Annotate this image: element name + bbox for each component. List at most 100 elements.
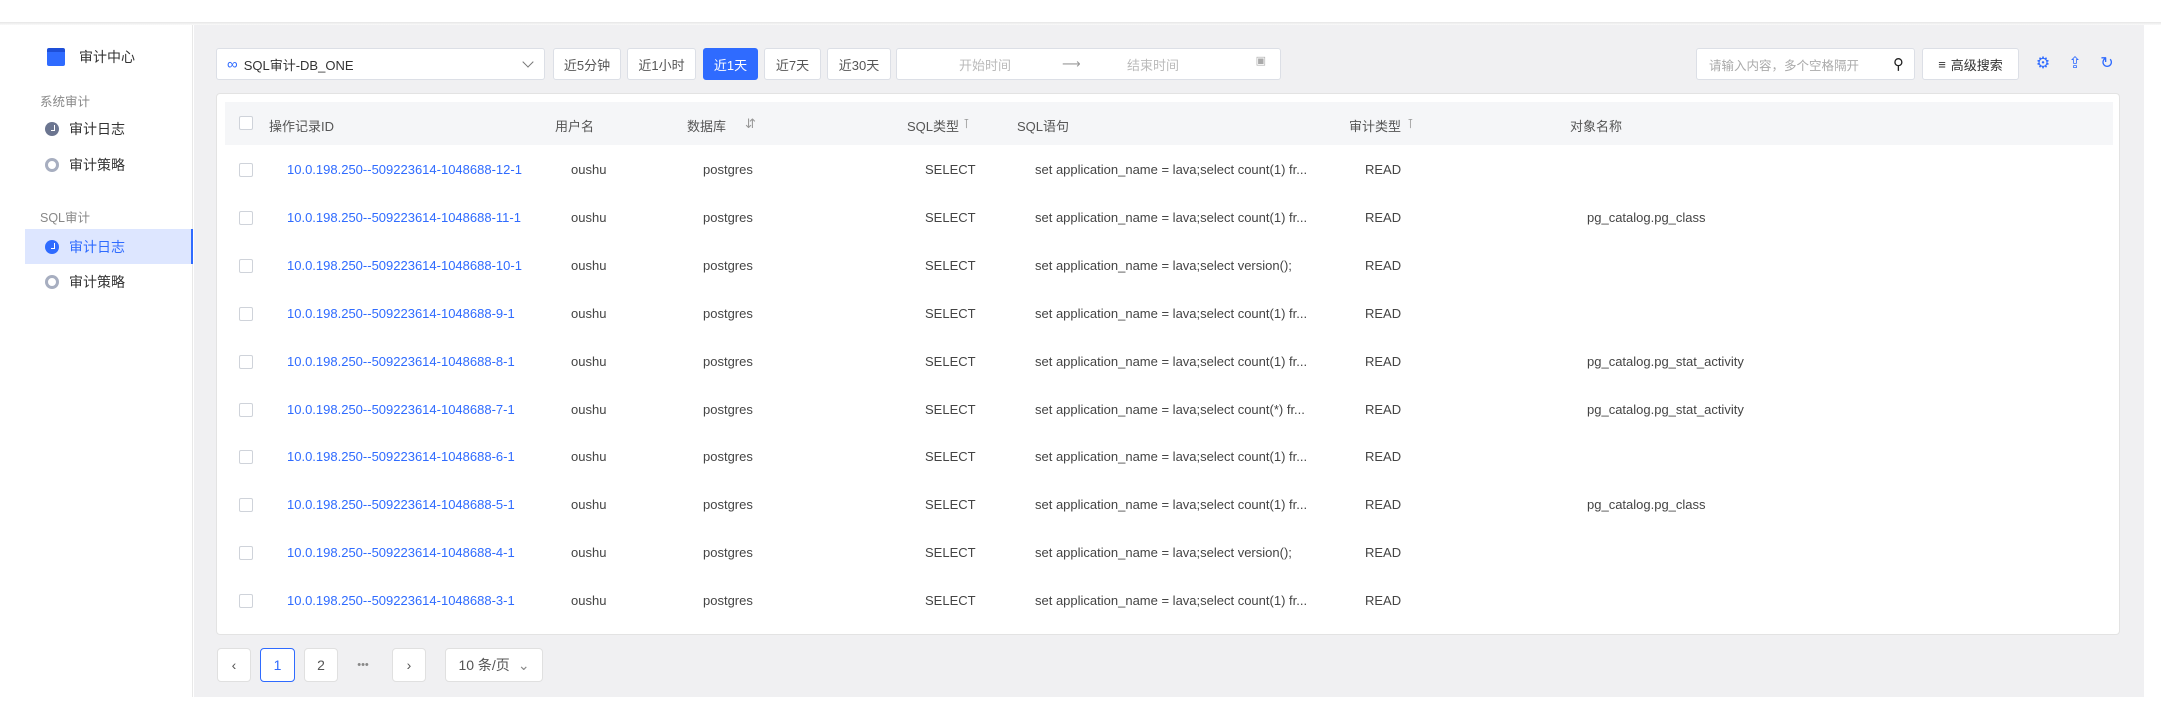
header-user: 用户名: [555, 119, 595, 134]
cell-sqltype: SELECT: [925, 593, 976, 609]
cell-user: oushu: [571, 305, 607, 321]
filter-icon[interactable]: ⊺: [1407, 116, 1414, 132]
row-checkbox[interactable]: [239, 546, 253, 561]
table-row: 10.0.198.250--509223614-1048688-7-1 oushu…: [217, 386, 2121, 434]
cell-stmt: set application_name = lava;select count…: [1035, 497, 1308, 513]
cell-db: postgres: [703, 353, 753, 369]
cell-audittype: READ: [1365, 305, 1402, 321]
sidebar-item-sql-audit-policy[interactable]: 审计策略: [25, 264, 193, 299]
cell-id[interactable]: 10.0.198.250--509223614-1048688-7-1: [287, 402, 515, 417]
row-checkbox[interactable]: [239, 163, 253, 177]
cell-audittype: READ: [1365, 162, 1402, 177]
cell-id[interactable]: 10.0.198.250--509223614-1048688-9-1: [287, 306, 515, 321]
sidebar-item-system-audit-log[interactable]: 审计日志: [25, 111, 193, 146]
row-checkbox[interactable]: [239, 354, 253, 369]
row-checkbox[interactable]: [239, 258, 253, 273]
search-icon[interactable]: ⚲: [1893, 55, 1904, 73]
sort-icon[interactable]: ⇵: [745, 116, 756, 132]
page-size-value: 10 条/页: [458, 657, 510, 673]
calendar-icon: [47, 48, 65, 66]
range-7day-button[interactable]: 近7天: [764, 48, 821, 80]
range-1day-button[interactable]: 近1天: [703, 48, 758, 80]
cell-stmt: set application_name = lava;select versi…: [1035, 545, 1292, 561]
cell-audittype: READ: [1365, 257, 1402, 273]
cell-id[interactable]: 10.0.198.250--509223614-1048688-10-1: [287, 258, 522, 273]
cell-db: postgres: [703, 545, 753, 561]
cell-db: postgres: [703, 497, 753, 513]
page-2-button[interactable]: 2: [304, 648, 338, 682]
cell-id[interactable]: 10.0.198.250--509223614-1048688-3-1: [287, 593, 515, 608]
prev-page-button[interactable]: ‹: [217, 648, 251, 682]
main-content: ∞ SQL审计-DB_ONE 近5分钟 近1小时 近1天 近7天 近30天 开始…: [194, 25, 2144, 697]
cell-db: postgres: [703, 257, 753, 273]
sidebar-item-label: 审计策略: [69, 156, 125, 173]
select-all-checkbox[interactable]: [239, 116, 253, 130]
page-1-button[interactable]: 1: [260, 648, 295, 682]
row-checkbox[interactable]: [239, 402, 253, 417]
more-pages[interactable]: •••: [346, 648, 380, 682]
row-checkbox[interactable]: [239, 498, 253, 513]
start-time-input[interactable]: 开始时间: [959, 55, 1011, 74]
policy-icon: [45, 157, 59, 172]
sidebar-header: 审计中心: [47, 47, 135, 67]
cell-audittype: READ: [1365, 497, 1402, 513]
date-range-picker[interactable]: 开始时间 ⟶ 结束时间 ▣: [896, 48, 1281, 80]
table-row: 10.0.198.250--509223614-1048688-3-1 oushu…: [217, 577, 2121, 625]
datasource-select[interactable]: ∞ SQL审计-DB_ONE: [216, 48, 545, 80]
header-sqltype: SQL类型: [907, 119, 960, 134]
search-input[interactable]: 请输入内容，多个空格隔开 ⚲: [1696, 48, 1915, 80]
sidebar: 审计中心 系统审计 审计日志 审计策略 SQL审计 审计日志 审计策略: [25, 25, 193, 697]
cell-id[interactable]: 10.0.198.250--509223614-1048688-5-1: [287, 497, 515, 512]
clock-icon: [45, 121, 59, 136]
page-size-select[interactable]: 10 条/页 ⌄: [445, 648, 543, 682]
next-page-button[interactable]: ›: [392, 648, 426, 682]
range-5min-button[interactable]: 近5分钟: [553, 48, 621, 80]
cell-db: postgres: [703, 593, 753, 609]
refresh-icon[interactable]: ↻: [2098, 55, 2116, 73]
group-system-audit: 系统审计: [40, 95, 91, 109]
table-row: 10.0.198.250--509223614-1048688-5-1 oushu…: [217, 481, 2121, 529]
sidebar-item-sql-audit-log[interactable]: 审计日志: [25, 229, 193, 264]
cell-id[interactable]: 10.0.198.250--509223614-1048688-4-1: [287, 545, 515, 560]
range-30day-button[interactable]: 近30天: [827, 48, 891, 80]
group-sql-audit: SQL审计: [40, 211, 91, 225]
header-db[interactable]: 数据库: [687, 116, 726, 135]
cell-id[interactable]: 10.0.198.250--509223614-1048688-6-1: [287, 449, 515, 464]
search-placeholder: 请输入内容，多个空格隔开: [1709, 58, 1860, 73]
settings-icon[interactable]: ⚙: [2034, 55, 2052, 73]
cell-stmt: set application_name = lava;select count…: [1035, 209, 1308, 225]
clock-icon: [45, 239, 59, 254]
cell-id[interactable]: 10.0.198.250--509223614-1048688-8-1: [287, 354, 515, 369]
row-checkbox[interactable]: [239, 210, 253, 225]
cell-audittype: READ: [1365, 545, 1402, 561]
cell-user: oushu: [571, 353, 607, 369]
cell-id[interactable]: 10.0.198.250--509223614-1048688-12-1: [287, 162, 522, 177]
sidebar-item-system-audit-policy[interactable]: 审计策略: [25, 147, 193, 182]
range-1hour-button[interactable]: 近1小时: [627, 48, 696, 80]
cell-sqltype: SELECT: [925, 545, 976, 561]
advanced-search-button[interactable]: ≡ 高级搜索: [1922, 48, 2019, 80]
cell-sqltype: SELECT: [925, 162, 976, 177]
cell-user: oushu: [571, 449, 607, 465]
filter-icon[interactable]: ⊺: [963, 116, 970, 132]
export-icon[interactable]: ⇪: [2066, 55, 2084, 73]
cell-sqltype: SELECT: [925, 449, 976, 465]
row-checkbox[interactable]: [239, 306, 253, 321]
cell-user: oushu: [571, 162, 607, 177]
row-checkbox[interactable]: [239, 450, 253, 465]
row-checkbox[interactable]: [239, 594, 253, 609]
calendar-icon: ▣: [1255, 55, 1266, 67]
cell-id[interactable]: 10.0.198.250--509223614-1048688-11-1: [287, 210, 521, 225]
cell-stmt: set application_name = lava;select count…: [1035, 162, 1308, 177]
table-row: 10.0.198.250--509223614-1048688-6-1 oushu…: [217, 433, 2121, 481]
header-obj: 对象名称: [1570, 119, 1623, 134]
table-row: 10.0.198.250--509223614-1048688-8-1 oushu…: [217, 338, 2121, 386]
end-time-input[interactable]: 结束时间: [1127, 55, 1179, 74]
cell-obj: pg_catalog.pg_stat_activity: [1587, 401, 1744, 417]
cell-db: postgres: [703, 305, 753, 321]
audit-log-table: 操作记录ID 用户名 数据库 ⇵ SQL类型 ⊺ SQL语句 审计类型 ⊺ 对象…: [216, 93, 2120, 635]
header-id: 操作记录ID: [269, 119, 335, 134]
advanced-search-icon: ≡: [1938, 56, 1946, 72]
chevron-down-icon: [522, 56, 534, 68]
header-audittype: 审计类型: [1349, 119, 1402, 134]
